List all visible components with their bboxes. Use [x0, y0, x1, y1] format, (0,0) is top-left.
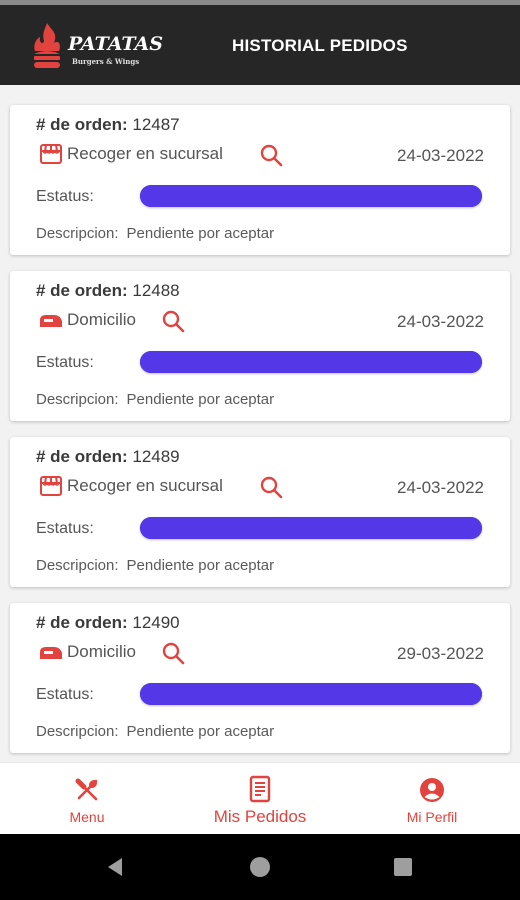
status-label: Estatus:: [36, 686, 94, 703]
nav-orders[interactable]: Mis Pedidos: [205, 763, 315, 835]
app-header: PATATAS Burgers & Wings HISTORIAL PEDIDO…: [0, 5, 520, 85]
status-label: Estatus:: [36, 188, 94, 205]
nav-profile[interactable]: Mi Perfil: [395, 763, 469, 835]
back-triangle-icon[interactable]: [102, 854, 128, 880]
search-icon[interactable]: [160, 308, 186, 334]
nav-orders-label: Mis Pedidos: [213, 807, 307, 826]
delivery-type: Domicilio: [67, 642, 136, 661]
nav-menu[interactable]: Menu: [50, 763, 124, 835]
order-number: # de orden: 12488: [36, 281, 180, 301]
status-progress-bar: [140, 517, 482, 539]
receipt-icon: [249, 775, 271, 803]
store-icon: [40, 144, 62, 164]
order-history-list[interactable]: # de orden: 12487 Recoger en sucursal 24…: [0, 85, 520, 762]
order-number: # de orden: 12490: [36, 613, 180, 633]
delivery-scooter-icon: [40, 315, 62, 327]
search-icon[interactable]: [160, 640, 186, 666]
description-value: Pendiente por aceptar: [126, 391, 275, 408]
order-description: Descripcion: Pendiente por aceptar: [36, 723, 274, 740]
status-progress-fill: [140, 351, 482, 373]
status-progress-fill: [140, 683, 482, 705]
logo-wordmark: PATATAS: [68, 33, 163, 55]
description-value: Pendiente por aceptar: [126, 557, 275, 574]
flame-logo-icon: [34, 23, 60, 68]
order-card[interactable]: # de orden: 12487 Recoger en sucursal 24…: [10, 105, 510, 255]
description-label: Descripcion:: [36, 557, 119, 574]
order-number-value: 12487: [132, 115, 180, 134]
description-value: Pendiente por aceptar: [126, 723, 275, 740]
logo-tagline: Burgers & Wings: [72, 57, 140, 66]
bottom-navigation: Menu Mis Pedidos Mi Perfil: [0, 762, 520, 834]
nav-profile-label: Mi Perfil: [406, 809, 458, 825]
order-number-value: 12490: [132, 613, 180, 632]
order-date: 29-03-2022: [397, 644, 484, 663]
status-label: Estatus:: [36, 520, 94, 537]
status-label: Estatus:: [36, 354, 94, 371]
order-description: Descripcion: Pendiente por aceptar: [36, 557, 274, 574]
order-description: Descripcion: Pendiente por aceptar: [36, 391, 274, 408]
delivery-scooter-icon: [40, 647, 62, 659]
delivery-type: Recoger en sucursal: [67, 144, 223, 163]
home-circle-icon[interactable]: [247, 854, 273, 880]
description-label: Descripcion:: [36, 225, 119, 242]
store-icon: [40, 476, 62, 496]
order-number-value: 12489: [132, 447, 180, 466]
fork-spoon-icon: [75, 778, 98, 801]
order-number-label: # de orden:: [36, 115, 128, 134]
order-card[interactable]: # de orden: 12489 Recoger en sucursal 24…: [10, 437, 510, 587]
delivery-type: Recoger en sucursal: [67, 476, 223, 495]
order-number-value: 12488: [132, 281, 180, 300]
order-number: # de orden: 12487: [36, 115, 180, 135]
order-card[interactable]: # de orden: 12490 Domicilio 29-03-2022 E…: [10, 603, 510, 753]
account-circle-icon: [420, 778, 444, 802]
description-label: Descripcion:: [36, 391, 119, 408]
description-label: Descripcion:: [36, 723, 119, 740]
nav-menu-label: Menu: [69, 809, 105, 825]
recents-square-icon[interactable]: [390, 854, 416, 880]
order-description: Descripcion: Pendiente por aceptar: [36, 225, 274, 242]
order-date: 24-03-2022: [397, 478, 484, 497]
delivery-type: Domicilio: [67, 310, 136, 329]
status-progress-fill: [140, 185, 482, 207]
status-progress-bar: [140, 683, 482, 705]
order-number: # de orden: 12489: [36, 447, 180, 467]
description-value: Pendiente por aceptar: [126, 225, 275, 242]
order-number-label: # de orden:: [36, 447, 128, 466]
status-progress-bar: [140, 185, 482, 207]
status-progress-bar: [140, 351, 482, 373]
search-icon[interactable]: [258, 142, 284, 168]
status-progress-fill: [140, 517, 482, 539]
order-card[interactable]: # de orden: 12488 Domicilio 24-03-2022 E…: [10, 271, 510, 421]
brand-logo: PATATAS Burgers & Wings: [28, 21, 163, 73]
system-navigation-bar: [0, 834, 520, 900]
order-date: 24-03-2022: [397, 146, 484, 165]
order-number-label: # de orden:: [36, 613, 128, 632]
search-icon[interactable]: [258, 474, 284, 500]
order-number-label: # de orden:: [36, 281, 128, 300]
order-date: 24-03-2022: [397, 312, 484, 331]
page-title: HISTORIAL PEDIDOS: [232, 36, 408, 55]
